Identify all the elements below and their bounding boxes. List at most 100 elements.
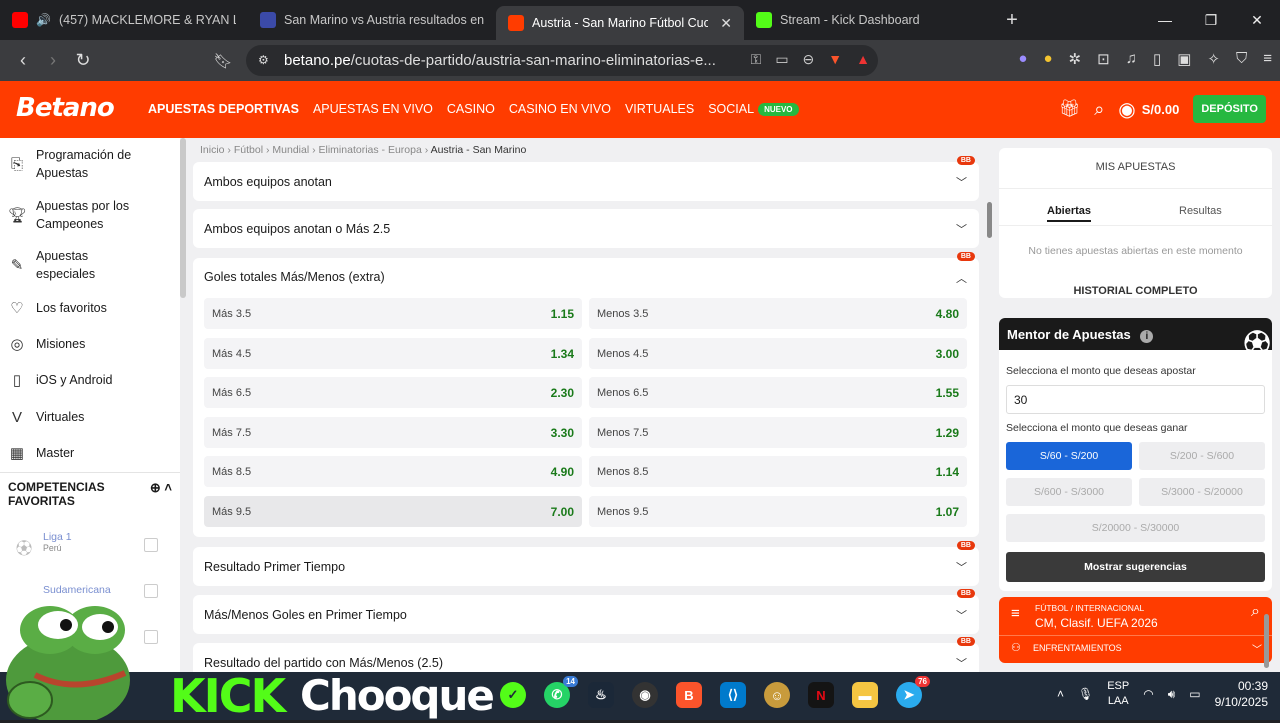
bookmark-icon[interactable]: 🔖︎: [208, 52, 238, 70]
range-button[interactable]: S/200 - S/600: [1139, 442, 1265, 470]
show-suggestions-button[interactable]: Mostrar sugerencias: [1006, 552, 1265, 582]
rewards-icon[interactable]: ▲: [856, 51, 870, 68]
range-button-selected[interactable]: S/60 - S/200: [1006, 442, 1132, 470]
minimize-icon[interactable]: —: [1142, 0, 1188, 40]
extension-icon[interactable]: ●: [1043, 50, 1052, 68]
audio-icon[interactable]: 🔊: [36, 13, 51, 27]
full-history-link[interactable]: HISTORIAL COMPLETO: [999, 285, 1272, 297]
microphone-icon[interactable]: 🎙︎: [1078, 687, 1093, 701]
competition-title[interactable]: CM, Clasif. UEFA 2026: [1035, 616, 1158, 630]
page-scrollbar[interactable]: [987, 202, 992, 238]
extension-icon[interactable]: ●: [1018, 50, 1027, 68]
stake-input[interactable]: 30: [1006, 385, 1265, 414]
tab-youtube[interactable]: 🔊 (457) MACKLEMORE & RYAN LEW: [0, 0, 248, 40]
key-icon[interactable]: ⚿: [751, 51, 762, 68]
folder-icon[interactable]: ▬: [852, 682, 878, 708]
market-title[interactable]: Goles totales Más/Menos (extra): [204, 270, 385, 284]
info-icon[interactable]: i: [1140, 330, 1154, 343]
url-field[interactable]: ⚙ betano.pe/cuotas-de-partido/austria-sa…: [246, 45, 878, 76]
brave-icon[interactable]: B: [676, 682, 702, 708]
brave-shield-icon[interactable]: ▼: [828, 51, 842, 68]
volume-icon[interactable]: 🔊︎: [1168, 687, 1176, 702]
tab-kick[interactable]: Stream - Kick Dashboard: [744, 0, 992, 40]
reload-icon[interactable]: ↻: [68, 50, 98, 71]
sidebar-item-champions[interactable]: 🏆︎ Apuestas por los Campeones: [0, 197, 154, 233]
hamburger-icon[interactable]: ≡: [1011, 605, 1020, 622]
range-button[interactable]: S/20000 - S/30000: [1006, 514, 1265, 542]
language-indicator[interactable]: ESP LAA: [1107, 679, 1129, 709]
odd-over-button[interactable]: Más 7.5 3.30: [204, 416, 582, 448]
market-row[interactable]: BB Resultado Primer Tiempo ﹀: [193, 541, 979, 586]
nav-casino[interactable]: CASINO: [447, 102, 495, 116]
range-button[interactable]: S/600 - S/3000: [1006, 478, 1132, 506]
range-button[interactable]: S/3000 - S/20000: [1139, 478, 1265, 506]
matchups-label[interactable]: ENFRENTAMIENTOS: [1033, 643, 1122, 653]
crumb-link[interactable]: Inicio: [200, 144, 225, 156]
odd-over-button[interactable]: Más 3.5 1.15: [204, 298, 582, 329]
market-row[interactable]: BB Resultado del partido con Más/Menos (2…: [193, 637, 979, 672]
odd-over-button[interactable]: Más 9.5 7.00: [204, 495, 582, 527]
chevron-down-icon[interactable]: ﹀: [1252, 641, 1262, 656]
sidebar-item-special[interactable]: ✎ Apuestas especiales: [0, 247, 154, 283]
battery-icon[interactable]: ▭: [1189, 687, 1200, 701]
tab-flashscore[interactable]: San Marino vs Austria resultados en v: [248, 0, 496, 40]
nav-live[interactable]: APUESTAS EN VIVO: [313, 102, 433, 116]
sidebar-item-favorites[interactable]: ♡ Los favoritos: [0, 298, 115, 318]
tab-open-bets[interactable]: Abiertas: [1047, 205, 1092, 222]
league-checkbox[interactable]: [144, 538, 158, 552]
crumb-link[interactable]: Fútbol: [234, 144, 263, 156]
restore-icon[interactable]: ❐: [1188, 0, 1234, 40]
nav-virtuals[interactable]: VIRTUALES: [625, 102, 694, 116]
balance[interactable]: S/0.00: [1142, 102, 1180, 117]
wifi-icon[interactable]: ◠: [1143, 687, 1153, 701]
gift-icon[interactable]: 🎁︎: [1059, 99, 1081, 119]
vpn-icon[interactable]: ⛉: [1236, 50, 1247, 68]
obs-icon[interactable]: ◉: [632, 682, 658, 708]
favorite-competitions-header[interactable]: COMPETENCIAS FAVORITAS ⊕ ˄: [0, 472, 180, 516]
app-icon[interactable]: ☺: [764, 682, 790, 708]
add-collapse-icon[interactable]: ⊕ ˄: [150, 480, 172, 508]
nav-live-casino[interactable]: CASINO EN VIVO: [509, 102, 611, 116]
nav-social[interactable]: SOCIAL NUEVO: [708, 102, 799, 117]
forward-icon[interactable]: ›: [38, 50, 68, 71]
odd-over-button[interactable]: Más 8.5 4.90: [204, 456, 582, 487]
netflix-icon[interactable]: N: [808, 682, 834, 708]
nav-sports[interactable]: APUESTAS DEPORTIVAS: [148, 102, 299, 116]
odd-under-button[interactable]: Menos 3.5 4.80: [589, 298, 967, 329]
tab-results[interactable]: Resultas: [1179, 205, 1222, 217]
user-icon[interactable]: ◉: [1118, 97, 1135, 122]
menu-icon[interactable]: ≡: [1263, 50, 1272, 68]
sidebar-item-schedule[interactable]: ⎘ Programación de Apuestas: [0, 146, 154, 182]
zoom-icon[interactable]: ⊖: [803, 51, 815, 68]
search-icon[interactable]: ⌕: [1251, 603, 1260, 621]
telegram-icon[interactable]: ➤ 76: [896, 676, 930, 708]
whatsapp-icon[interactable]: ✆ 14: [544, 676, 578, 708]
site-info-icon[interactable]: ⚙: [258, 53, 269, 67]
steam-icon[interactable]: ♨: [588, 682, 614, 708]
new-tab-button[interactable]: +: [992, 9, 1032, 32]
crumb-link[interactable]: Mundial: [272, 144, 309, 156]
leo-icon[interactable]: ✧: [1207, 50, 1220, 68]
market-row[interactable]: BB Más/Menos Goles en Primer Tiempo ﹀: [193, 589, 979, 634]
crumb-link[interactable]: Eliminatorias - Europa: [319, 144, 422, 156]
odd-under-button[interactable]: Menos 4.5 3.00: [589, 337, 967, 369]
sidebar-item-apps[interactable]: ▯ iOS y Android: [0, 370, 120, 390]
cast-icon[interactable]: ▭: [775, 51, 788, 68]
back-icon[interactable]: ‹: [8, 50, 38, 71]
music-icon[interactable]: ♫: [1126, 50, 1137, 68]
sidebar-item-master[interactable]: ▦ Master: [0, 443, 82, 463]
panel-scrollbar[interactable]: [1264, 614, 1269, 668]
chevron-up-icon[interactable]: ︿: [956, 270, 967, 286]
odd-over-button[interactable]: Más 6.5 2.30: [204, 377, 582, 408]
league-checkbox[interactable]: [144, 584, 158, 598]
odd-under-button[interactable]: Menos 9.5 1.07: [589, 495, 967, 527]
odd-over-button[interactable]: Más 4.5 1.34: [204, 337, 582, 369]
screenshot-icon[interactable]: ⊡: [1097, 50, 1110, 68]
betano-logo[interactable]: Betano: [16, 93, 115, 123]
clock[interactable]: 00:39 9/10/2025: [1215, 678, 1268, 710]
tab-betano[interactable]: Austria - San Marino Fútbol Cuo ✕: [496, 6, 744, 40]
sidebar-icon[interactable]: ▯: [1153, 50, 1161, 68]
deposit-button[interactable]: DEPÓSITO: [1193, 95, 1266, 123]
chevron-up-icon[interactable]: ˄: [1057, 687, 1064, 701]
odd-under-button[interactable]: Menos 6.5 1.55: [589, 377, 967, 408]
